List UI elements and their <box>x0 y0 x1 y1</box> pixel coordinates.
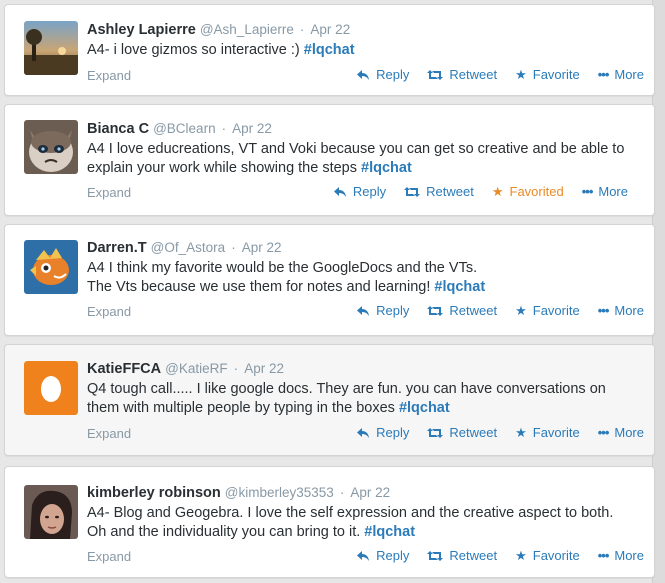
expand-link[interactable]: Expand <box>87 185 131 200</box>
reply-icon <box>356 305 370 317</box>
avatar[interactable] <box>24 240 78 294</box>
star-icon: ★ <box>515 303 527 318</box>
tweet-date[interactable]: Apr 22 <box>310 22 350 37</box>
separator: · <box>299 22 305 37</box>
separator: · <box>221 121 227 136</box>
avatar[interactable] <box>24 361 78 415</box>
more-button[interactable]: ••• More <box>582 184 628 199</box>
reply-icon <box>333 186 347 198</box>
tweet-header: Darren.T @Of_Astora · Apr 22 <box>87 240 282 256</box>
tweet-actions: Reply Retweet ★ Favorite ••• More <box>356 303 644 318</box>
user-name[interactable]: KatieFFCA <box>87 361 161 377</box>
user-handle[interactable]: @Of_Astora <box>151 240 225 255</box>
separator: · <box>231 240 236 255</box>
tweet-actions: Reply Retweet ★ Favorite ••• More <box>356 548 644 563</box>
tweet-card[interactable]: Darren.T @Of_Astora · Apr 22 A4 I think … <box>4 224 655 336</box>
star-icon: ★ <box>515 425 527 440</box>
tweet-text: Q4 tough call..... I like google docs. T… <box>87 381 606 416</box>
retweet-icon <box>427 305 444 317</box>
expand-link[interactable]: Expand <box>87 304 131 319</box>
retweet-button[interactable]: Retweet <box>427 303 497 318</box>
hashtag-link[interactable]: #lqchat <box>304 42 355 58</box>
hashtag-link[interactable]: #lqchat <box>399 400 450 416</box>
star-icon: ★ <box>515 67 527 82</box>
tweet-header: Ashley Lapierre @Ash_Lapierre · Apr 22 <box>87 22 350 38</box>
avatar[interactable] <box>24 485 78 539</box>
tweet-actions: Reply Retweet ★ Favorited ••• More <box>333 184 628 199</box>
tweet-card[interactable]: Bianca C @BClearn · Apr 22 A4 I love edu… <box>4 104 655 216</box>
reply-button[interactable]: Reply <box>356 548 409 563</box>
user-name[interactable]: Bianca C <box>87 121 149 137</box>
more-dots-icon: ••• <box>597 425 610 440</box>
separator: · <box>233 361 239 376</box>
favorited-button[interactable]: ★ Favorited <box>492 184 564 199</box>
expand-link[interactable]: Expand <box>87 549 131 564</box>
more-button[interactable]: ••• More <box>598 425 644 440</box>
tweet-actions: Reply Retweet ★ Favorite ••• More <box>356 67 644 82</box>
tweet-header: Bianca C @BClearn · Apr 22 <box>87 121 272 137</box>
user-handle[interactable]: @Ash_Lapierre <box>200 22 294 37</box>
retweet-button[interactable]: Retweet <box>427 67 497 82</box>
reply-button[interactable]: Reply <box>356 425 409 440</box>
user-handle[interactable]: @kimberley35353 <box>225 485 334 500</box>
tweet-text: A4- Blog and Geogebra. I love the self e… <box>87 505 614 540</box>
tweet-text: A4 I think my favorite would be the Goog… <box>87 260 486 295</box>
tweet-card[interactable]: kimberley robinson @kimberley35353 · Apr… <box>4 466 655 578</box>
more-dots-icon: ••• <box>597 303 610 318</box>
user-name[interactable]: Ashley Lapierre <box>87 22 196 38</box>
tweet-text: A4 I love educreations, VT and Voki beca… <box>87 141 625 176</box>
tweet-date[interactable]: Apr 22 <box>244 361 284 376</box>
more-dots-icon: ••• <box>581 184 594 199</box>
separator: · <box>339 485 345 500</box>
expand-link[interactable]: Expand <box>87 426 131 441</box>
tweet-text: A4- i love gizmos so interactive :) #lqc… <box>87 42 355 58</box>
favorite-button[interactable]: ★ Favorite <box>515 548 580 563</box>
tweet-date[interactable]: Apr 22 <box>232 121 272 136</box>
more-dots-icon: ••• <box>597 67 610 82</box>
retweet-icon <box>427 427 444 439</box>
star-icon: ★ <box>491 184 504 199</box>
more-button[interactable]: ••• More <box>598 548 644 563</box>
favorite-button[interactable]: ★ Favorite <box>515 425 580 440</box>
expand-link[interactable]: Expand <box>87 68 131 83</box>
retweet-icon <box>404 186 421 198</box>
avatar[interactable] <box>24 21 78 75</box>
tweet-card[interactable]: Ashley Lapierre @Ash_Lapierre · Apr 22 A… <box>4 4 655 96</box>
retweet-icon <box>427 69 444 81</box>
user-handle[interactable]: @BClearn <box>153 121 215 136</box>
star-icon: ★ <box>515 548 527 563</box>
reply-button[interactable]: Reply <box>356 67 409 82</box>
hashtag-link[interactable]: #lqchat <box>364 524 415 540</box>
user-handle[interactable]: @KatieRF <box>165 361 227 376</box>
avatar[interactable] <box>24 120 78 174</box>
retweet-button[interactable]: Retweet <box>427 548 497 563</box>
more-button[interactable]: ••• More <box>598 303 644 318</box>
hashtag-link[interactable]: #lqchat <box>434 279 485 295</box>
more-dots-icon: ••• <box>597 548 610 563</box>
tweet-actions: Reply Retweet ★ Favorite ••• More <box>356 425 644 440</box>
favorite-button[interactable]: ★ Favorite <box>515 67 580 82</box>
user-name[interactable]: kimberley robinson <box>87 485 221 501</box>
reply-button[interactable]: Reply <box>356 303 409 318</box>
reply-icon <box>356 550 370 562</box>
tweet-date[interactable]: Apr 22 <box>242 240 282 255</box>
more-button[interactable]: ••• More <box>598 67 644 82</box>
tweet-card[interactable]: KatieFFCA @KatieRF · Apr 22 Q4 tough cal… <box>4 344 655 456</box>
tweet-date[interactable]: Apr 22 <box>350 485 390 500</box>
retweet-button[interactable]: Retweet <box>404 184 474 199</box>
reply-button[interactable]: Reply <box>333 184 386 199</box>
user-name[interactable]: Darren.T <box>87 240 147 256</box>
retweet-button[interactable]: Retweet <box>427 425 497 440</box>
tweet-header: kimberley robinson @kimberley35353 · Apr… <box>87 485 390 501</box>
reply-icon <box>356 69 370 81</box>
retweet-icon <box>427 550 444 562</box>
favorite-button[interactable]: ★ Favorite <box>515 303 580 318</box>
reply-icon <box>356 427 370 439</box>
tweet-header: KatieFFCA @KatieRF · Apr 22 <box>87 361 284 377</box>
hashtag-link[interactable]: #lqchat <box>361 160 412 176</box>
